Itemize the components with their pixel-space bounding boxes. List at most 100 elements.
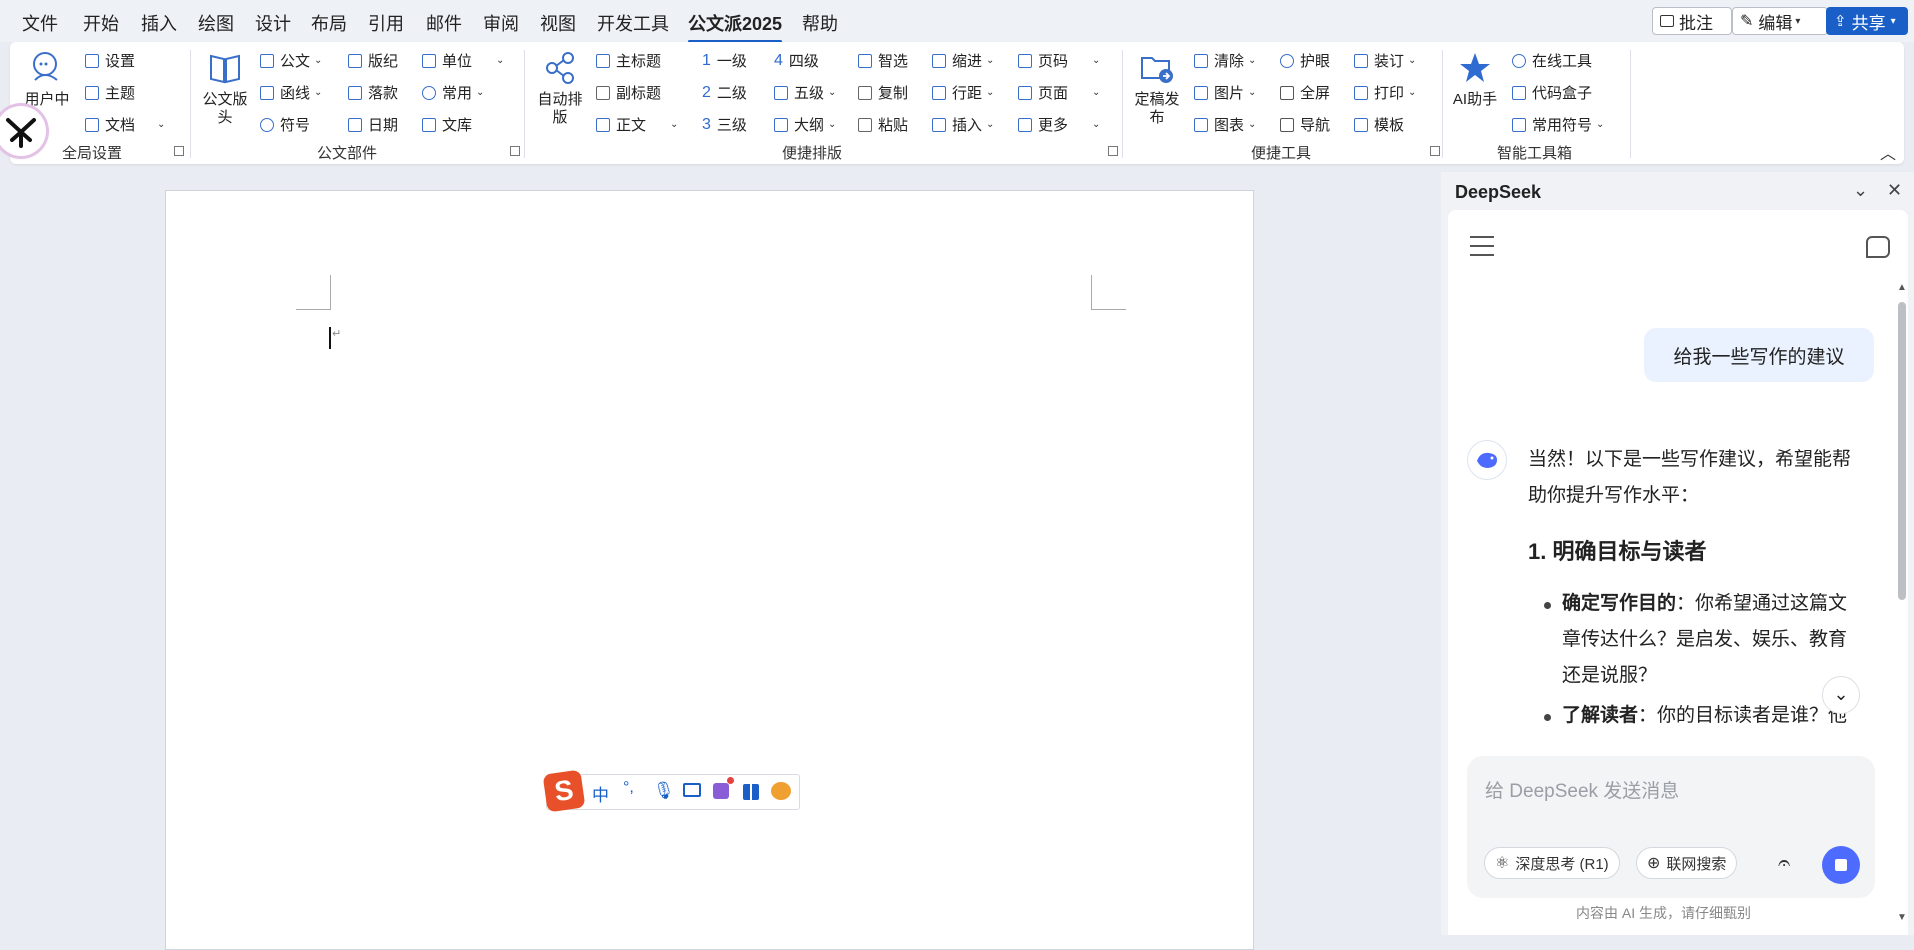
library-icon [422,117,436,132]
menu-developer[interactable]: 开发工具 [597,10,669,36]
number-2-icon: 2 [702,83,711,101]
binding-button[interactable]: 装订 ⌄ [1354,50,1416,71]
comment-button[interactable]: 批注 [1652,7,1732,35]
online-tools-button[interactable]: 在线工具 [1512,50,1592,71]
library-button[interactable]: 文库 [422,114,472,135]
scroll-down-icon[interactable]: ⌄ [1822,676,1860,714]
body-text-button[interactable]: 正文 ⌄ [596,114,678,135]
theme-button[interactable]: 主题 [85,82,135,103]
date-button[interactable]: 日期 [348,114,398,135]
navigation-checkbox[interactable]: 导航 [1280,114,1330,135]
toolbox-grid-icon[interactable] [743,784,759,800]
message-input-placeholder[interactable]: 给 DeepSeek 发送消息 [1485,776,1679,803]
more-button[interactable]: 更多 ⌄ [1018,114,1100,135]
stop-button[interactable] [1822,846,1860,884]
auto-layout-button[interactable]: 自动排版 [534,50,586,127]
mascot-icon[interactable] [771,782,791,800]
scroll-up-arrow-icon[interactable]: ▲ [1897,282,1907,293]
skin-icon[interactable] [713,783,729,799]
dialog-launcher-icon[interactable] [1108,146,1118,156]
template-button[interactable]: 模板 [1354,114,1404,135]
settings-button[interactable]: 设置 [85,50,135,71]
collapse-ribbon-icon[interactable]: ︿ [1880,140,1896,164]
official-header-button[interactable]: 公文版头 [200,50,250,127]
ime-punctuation-toggle[interactable]: °, [623,779,634,797]
menu-design[interactable]: 设计 [255,10,291,36]
outline-button[interactable]: 大纲 ⌄ [774,114,836,135]
keyboard-icon[interactable] [683,783,701,797]
code-box-button[interactable]: 代码盒子 [1512,82,1592,103]
level3-button[interactable]: 3 三级 [702,114,747,135]
menu-home[interactable]: 开始 [83,10,119,36]
common-button[interactable]: 常用 ⌄ [422,82,484,103]
dialog-launcher-icon[interactable] [174,146,184,156]
share-label: 共享 [1851,13,1886,33]
publish-label: 定稿发布 [1134,91,1180,126]
chevron-down-icon: ⌄ [1092,87,1101,98]
ime-mode-toggle[interactable]: 中 [592,781,609,806]
ai-assistant-button[interactable]: AI助手 [1452,50,1498,127]
dialog-launcher-icon[interactable] [1430,146,1440,156]
copy-button[interactable]: 复制 [858,82,908,103]
level1-button[interactable]: 1 一级 [702,50,747,71]
signature-button[interactable]: 落款 [348,82,398,103]
sogou-logo-icon[interactable]: S [542,769,586,813]
scroll-down-arrow-icon[interactable]: ▼ [1897,912,1907,923]
level2-button[interactable]: 2 二级 [702,82,747,103]
level4-button[interactable]: 4 四级 [774,50,819,71]
deep-think-button[interactable]: ⚛ 深度思考 (R1) [1484,847,1620,879]
common-label: 常用 [442,85,473,102]
symbol-button[interactable]: 符号 [260,114,310,135]
close-icon[interactable]: ✕ [1887,180,1902,201]
number-3-icon: 3 [702,115,711,133]
indent-button[interactable]: 缩进 ⌄ [932,50,994,71]
microphone-icon[interactable]: 🎙 [653,781,675,801]
publish-button[interactable]: 定稿发布 [1132,50,1182,127]
menu-mailings[interactable]: 邮件 [426,10,462,36]
page-button[interactable]: 页面 ⌄ [1018,82,1100,103]
print-button[interactable]: 打印 ⌄ [1354,82,1416,103]
panel-options-chevron-icon[interactable]: ⌄ [1853,180,1868,201]
edit-button[interactable]: ✎ 编辑 ▾ [1732,7,1828,35]
layout-insert-button[interactable]: 插入 ⌄ [932,114,994,135]
menu-view[interactable]: 视图 [540,10,576,36]
smart-select-button[interactable]: 智选 [858,50,908,71]
level5-button[interactable]: 五级 ⌄ [774,82,836,103]
chevron-down-icon: ⌄ [314,87,323,98]
scrollbar-thumb[interactable] [1898,302,1906,600]
letter-line-button[interactable]: 函线 ⌄ [260,82,322,103]
image-button[interactable]: 图片 ⌄ [1194,82,1256,103]
attachment-icon[interactable]: 𝄐 [1778,850,1790,876]
menu-file[interactable]: 文件 [22,10,58,36]
document-page[interactable]: ↵ [165,190,1254,950]
share-button[interactable]: ⇪ 共享 ▾ [1826,7,1908,35]
common-symbols-button[interactable]: 常用符号 ⌄ [1512,114,1604,135]
main-title-button[interactable]: 主标题 [596,50,661,71]
menu-draw[interactable]: 绘图 [198,10,234,36]
menu-insert[interactable]: 插入 [141,10,177,36]
chart-button[interactable]: 图表 ⌄ [1194,114,1256,135]
line-spacing-button[interactable]: 行距 ⌄ [932,82,994,103]
new-chat-icon[interactable] [1866,236,1890,258]
more-grid-icon [1018,117,1032,132]
document-button[interactable]: 文档 ⌄ [85,114,165,135]
menu-references[interactable]: 引用 [368,10,404,36]
sub-title-button[interactable]: 副标题 [596,82,661,103]
web-search-button[interactable]: ⊕ 联网搜索 [1636,847,1738,879]
menu-gongwenpai[interactable]: 公文派2025 [688,10,783,43]
page-number-button[interactable]: 页码 ⌄ [1018,50,1100,71]
official-button[interactable]: 公文 ⌄ [260,50,322,71]
eye-care-button[interactable]: 护眼 [1280,50,1330,71]
menu-icon[interactable] [1470,236,1494,256]
fullscreen-checkbox[interactable]: 全屏 [1280,82,1330,103]
menu-layout[interactable]: 布局 [311,10,347,36]
menu-review[interactable]: 审阅 [483,10,519,36]
edition-button[interactable]: 版纪 [348,50,398,71]
floating-assistant-logo[interactable] [0,106,46,156]
paste-button[interactable]: 粘贴 [858,114,908,135]
unit-button[interactable]: 单位 ⌄ [422,50,504,71]
dialog-launcher-icon[interactable] [510,146,520,156]
user-center-button[interactable]: 用户中心 [24,50,70,109]
clear-button[interactable]: 清除 ⌄ [1194,50,1256,71]
menu-help[interactable]: 帮助 [802,10,838,36]
